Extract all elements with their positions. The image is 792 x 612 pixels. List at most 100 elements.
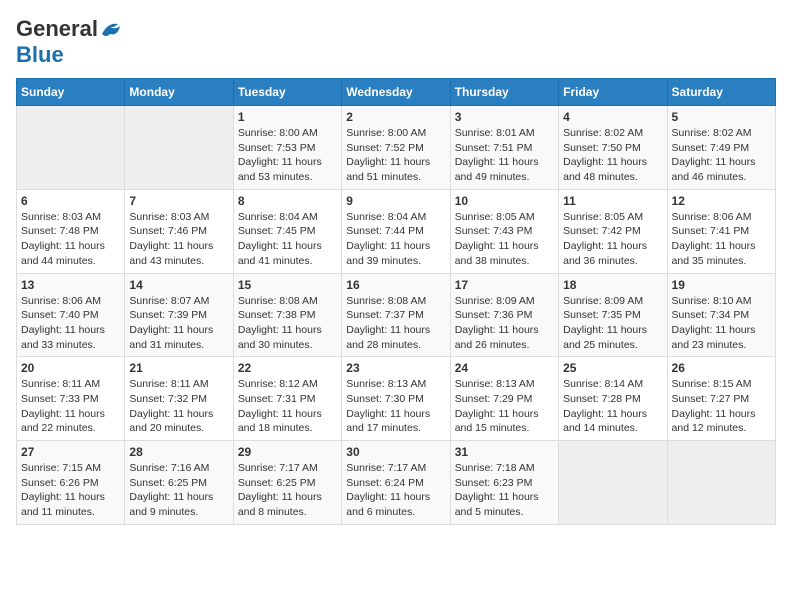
weekday-header: Monday	[125, 79, 233, 106]
calendar-cell: 26 Sunrise: 8:15 AMSunset: 7:27 PMDayligh…	[667, 357, 775, 441]
calendar-cell: 6 Sunrise: 8:03 AMSunset: 7:48 PMDaylight…	[17, 189, 125, 273]
weekday-header: Wednesday	[342, 79, 450, 106]
cell-day-number: 10	[455, 194, 554, 208]
cell-day-number: 18	[563, 278, 662, 292]
cell-day-number: 8	[238, 194, 337, 208]
calendar-cell: 31 Sunrise: 7:18 AMSunset: 6:23 PMDayligh…	[450, 441, 558, 525]
calendar-cell: 17 Sunrise: 8:09 AMSunset: 7:36 PMDayligh…	[450, 273, 558, 357]
calendar-header: SundayMondayTuesdayWednesdayThursdayFrid…	[17, 79, 776, 106]
logo-general: General	[16, 16, 98, 42]
calendar-cell: 11 Sunrise: 8:05 AMSunset: 7:42 PMDayligh…	[559, 189, 667, 273]
cell-day-number: 11	[563, 194, 662, 208]
calendar-cell: 1Sunrise: 8:00 AMSunset: 7:53 PMDaylight…	[233, 106, 341, 190]
cell-day-number: 25	[563, 361, 662, 375]
cell-info: Sunrise: 8:02 AMSunset: 7:50 PMDaylight:…	[563, 126, 662, 185]
calendar-cell: 2 Sunrise: 8:00 AMSunset: 7:52 PMDaylight…	[342, 106, 450, 190]
cell-day-number: 28	[129, 445, 228, 459]
cell-day-number: 12	[672, 194, 771, 208]
cell-info: Sunrise: 8:04 AMSunset: 7:44 PMDaylight:…	[346, 210, 445, 269]
cell-day-number: 5	[672, 110, 771, 124]
cell-info: Sunrise: 8:08 AMSunset: 7:37 PMDaylight:…	[346, 294, 445, 353]
calendar-cell: 7 Sunrise: 8:03 AMSunset: 7:46 PMDaylight…	[125, 189, 233, 273]
cell-day-number: 15	[238, 278, 337, 292]
cell-info: Sunrise: 8:06 AMSunset: 7:40 PMDaylight:…	[21, 294, 120, 353]
calendar-cell: 20Sunrise: 8:11 AMSunset: 7:33 PMDayligh…	[17, 357, 125, 441]
logo-blue: Blue	[16, 42, 64, 67]
calendar-cell: 9Sunrise: 8:04 AMSunset: 7:44 PMDaylight…	[342, 189, 450, 273]
calendar-cell: 13Sunrise: 8:06 AMSunset: 7:40 PMDayligh…	[17, 273, 125, 357]
cell-day-number: 24	[455, 361, 554, 375]
cell-info: Sunrise: 8:14 AMSunset: 7:28 PMDaylight:…	[563, 377, 662, 436]
cell-info: Sunrise: 7:16 AMSunset: 6:25 PMDaylight:…	[129, 461, 228, 520]
cell-day-number: 14	[129, 278, 228, 292]
cell-info: Sunrise: 8:06 AMSunset: 7:41 PMDaylight:…	[672, 210, 771, 269]
weekday-header: Saturday	[667, 79, 775, 106]
weekday-header: Sunday	[17, 79, 125, 106]
calendar-cell: 5 Sunrise: 8:02 AMSunset: 7:49 PMDaylight…	[667, 106, 775, 190]
calendar-cell	[559, 441, 667, 525]
calendar-cell: 8 Sunrise: 8:04 AMSunset: 7:45 PMDaylight…	[233, 189, 341, 273]
cell-day-number: 20	[21, 361, 120, 375]
weekday-header: Friday	[559, 79, 667, 106]
cell-info: Sunrise: 8:07 AMSunset: 7:39 PMDaylight:…	[129, 294, 228, 353]
cell-info: Sunrise: 8:13 AMSunset: 7:30 PMDaylight:…	[346, 377, 445, 436]
calendar-cell: 28 Sunrise: 7:16 AMSunset: 6:25 PMDayligh…	[125, 441, 233, 525]
calendar-cell	[125, 106, 233, 190]
cell-day-number: 4	[563, 110, 662, 124]
cell-day-number: 3	[455, 110, 554, 124]
cell-info: Sunrise: 8:00 AMSunset: 7:53 PMDaylight:…	[238, 126, 337, 185]
calendar-cell: 19 Sunrise: 8:10 AMSunset: 7:34 PMDayligh…	[667, 273, 775, 357]
cell-info: Sunrise: 8:05 AMSunset: 7:43 PMDaylight:…	[455, 210, 554, 269]
cell-info: Sunrise: 7:17 AMSunset: 6:24 PMDaylight:…	[346, 461, 445, 520]
cell-info: Sunrise: 8:05 AMSunset: 7:42 PMDaylight:…	[563, 210, 662, 269]
cell-info: Sunrise: 8:08 AMSunset: 7:38 PMDaylight:…	[238, 294, 337, 353]
cell-day-number: 16	[346, 278, 445, 292]
calendar-cell: 24 Sunrise: 8:13 AMSunset: 7:29 PMDayligh…	[450, 357, 558, 441]
page-header: General Blue	[16, 16, 776, 68]
calendar-cell: 21 Sunrise: 8:11 AMSunset: 7:32 PMDayligh…	[125, 357, 233, 441]
cell-day-number: 27	[21, 445, 120, 459]
cell-day-number: 31	[455, 445, 554, 459]
calendar-cell: 29Sunrise: 7:17 AMSunset: 6:25 PMDayligh…	[233, 441, 341, 525]
calendar-cell: 10 Sunrise: 8:05 AMSunset: 7:43 PMDayligh…	[450, 189, 558, 273]
weekday-header: Tuesday	[233, 79, 341, 106]
cell-day-number: 21	[129, 361, 228, 375]
cell-day-number: 2	[346, 110, 445, 124]
cell-info: Sunrise: 8:13 AMSunset: 7:29 PMDaylight:…	[455, 377, 554, 436]
calendar-cell	[667, 441, 775, 525]
cell-info: Sunrise: 7:15 AMSunset: 6:26 PMDaylight:…	[21, 461, 120, 520]
calendar-cell: 18Sunrise: 8:09 AMSunset: 7:35 PMDayligh…	[559, 273, 667, 357]
cell-info: Sunrise: 8:02 AMSunset: 7:49 PMDaylight:…	[672, 126, 771, 185]
calendar-cell: 3 Sunrise: 8:01 AMSunset: 7:51 PMDaylight…	[450, 106, 558, 190]
cell-info: Sunrise: 8:15 AMSunset: 7:27 PMDaylight:…	[672, 377, 771, 436]
cell-info: Sunrise: 8:10 AMSunset: 7:34 PMDaylight:…	[672, 294, 771, 353]
calendar-table: SundayMondayTuesdayWednesdayThursdayFrid…	[16, 78, 776, 525]
calendar-cell: 27 Sunrise: 7:15 AMSunset: 6:26 PMDayligh…	[17, 441, 125, 525]
cell-info: Sunrise: 8:12 AMSunset: 7:31 PMDaylight:…	[238, 377, 337, 436]
cell-info: Sunrise: 8:09 AMSunset: 7:36 PMDaylight:…	[455, 294, 554, 353]
cell-info: Sunrise: 8:11 AMSunset: 7:32 PMDaylight:…	[129, 377, 228, 436]
cell-day-number: 22	[238, 361, 337, 375]
cell-info: Sunrise: 8:04 AMSunset: 7:45 PMDaylight:…	[238, 210, 337, 269]
cell-info: Sunrise: 7:17 AMSunset: 6:25 PMDaylight:…	[238, 461, 337, 520]
cell-day-number: 26	[672, 361, 771, 375]
cell-day-number: 17	[455, 278, 554, 292]
cell-day-number: 7	[129, 194, 228, 208]
weekday-header: Thursday	[450, 79, 558, 106]
calendar-cell: 25 Sunrise: 8:14 AMSunset: 7:28 PMDayligh…	[559, 357, 667, 441]
cell-day-number: 30	[346, 445, 445, 459]
calendar-cell: 22 Sunrise: 8:12 AMSunset: 7:31 PMDayligh…	[233, 357, 341, 441]
calendar-cell: 14 Sunrise: 8:07 AMSunset: 7:39 PMDayligh…	[125, 273, 233, 357]
calendar-cell: 4 Sunrise: 8:02 AMSunset: 7:50 PMDaylight…	[559, 106, 667, 190]
cell-day-number: 19	[672, 278, 771, 292]
cell-info: Sunrise: 8:01 AMSunset: 7:51 PMDaylight:…	[455, 126, 554, 185]
cell-info: Sunrise: 8:03 AMSunset: 7:46 PMDaylight:…	[129, 210, 228, 269]
cell-info: Sunrise: 8:00 AMSunset: 7:52 PMDaylight:…	[346, 126, 445, 185]
cell-day-number: 6	[21, 194, 120, 208]
calendar-cell: 16 Sunrise: 8:08 AMSunset: 7:37 PMDayligh…	[342, 273, 450, 357]
calendar-cell	[17, 106, 125, 190]
calendar-cell: 15 Sunrise: 8:08 AMSunset: 7:38 PMDayligh…	[233, 273, 341, 357]
cell-info: Sunrise: 8:03 AMSunset: 7:48 PMDaylight:…	[21, 210, 120, 269]
cell-info: Sunrise: 7:18 AMSunset: 6:23 PMDaylight:…	[455, 461, 554, 520]
calendar-cell: 30 Sunrise: 7:17 AMSunset: 6:24 PMDayligh…	[342, 441, 450, 525]
